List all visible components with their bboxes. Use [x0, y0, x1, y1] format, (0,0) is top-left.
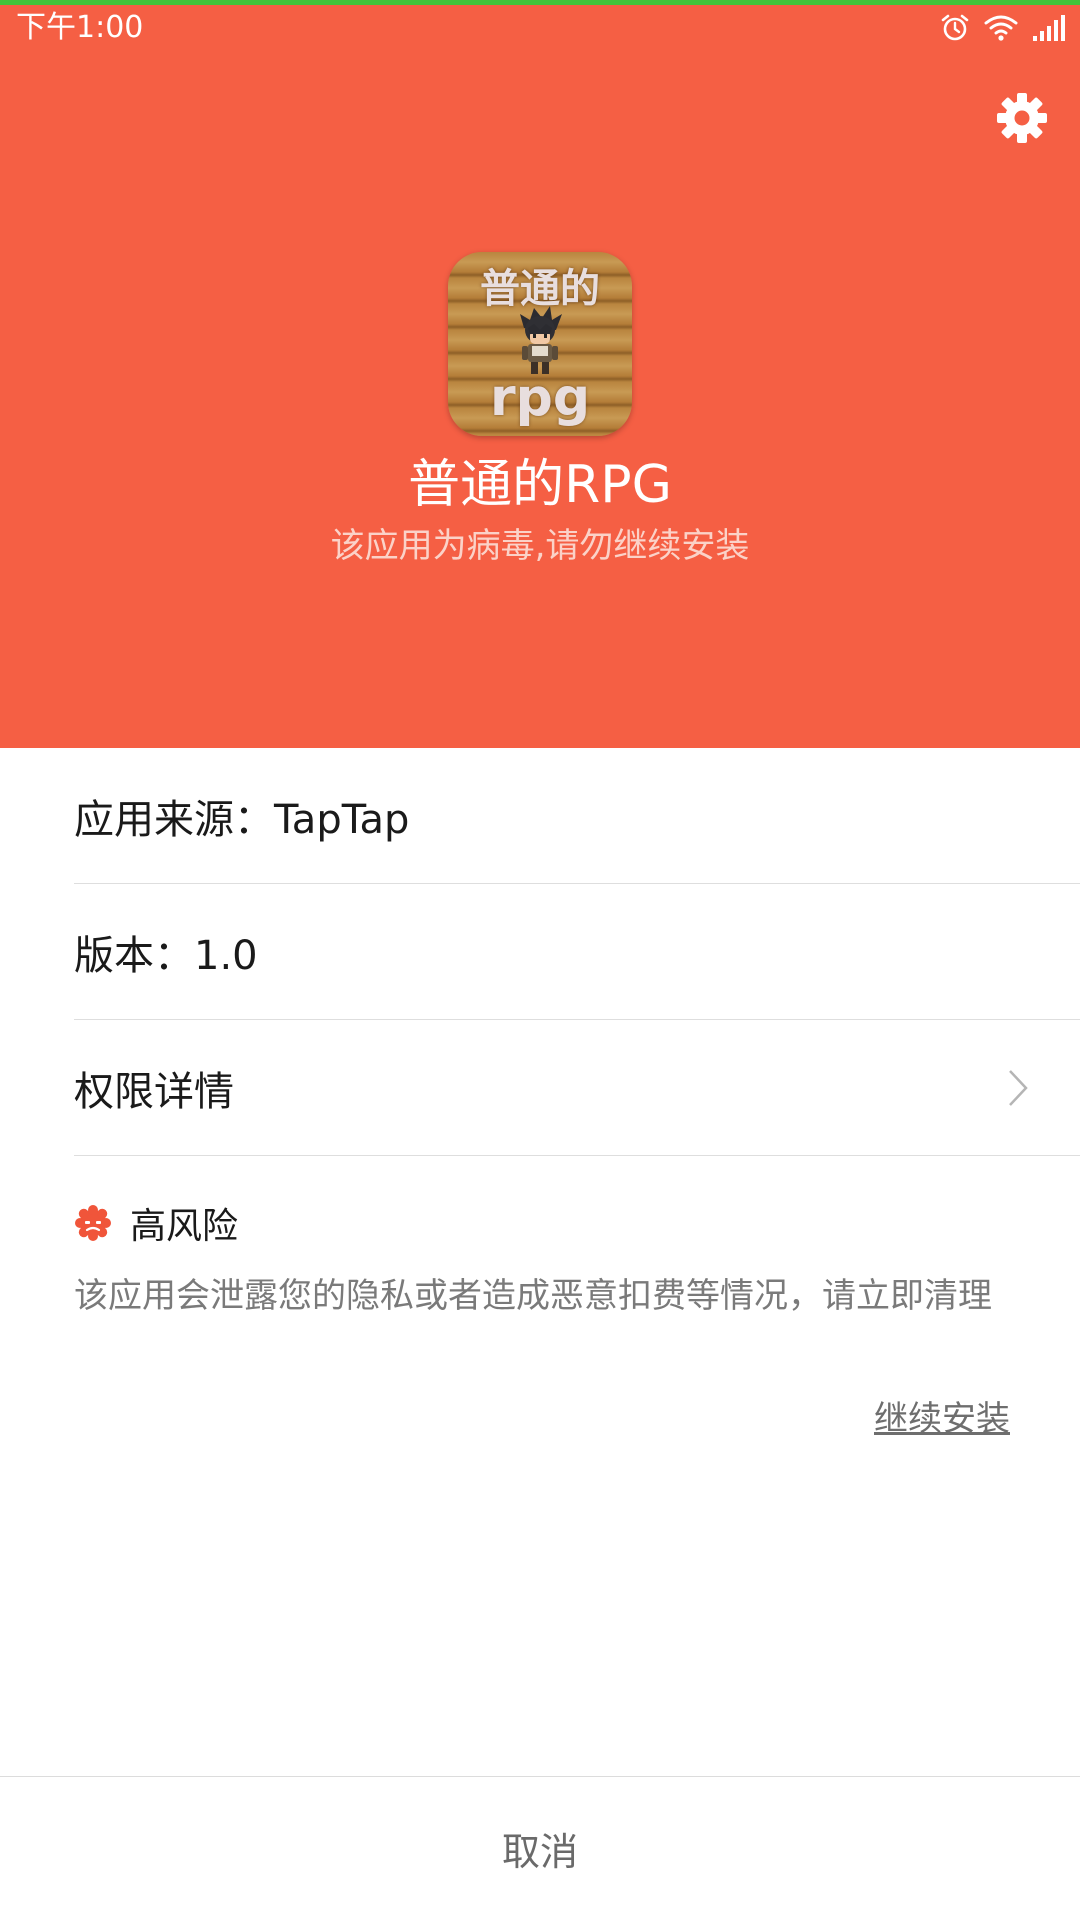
risk-badge-icon: [75, 1205, 111, 1241]
permission-details-label: 权限详情: [74, 1068, 234, 1115]
app-source-row: 应用来源：TapTap: [74, 748, 1080, 884]
top-progress-line: [0, 0, 1080, 5]
cancel-label: 取消: [501, 1830, 578, 1874]
status-icons: [940, 10, 1066, 46]
install-screen: 下午1:00 普通的 rpg 普通的RPG 该应用为病毒,请勿继续安装 应用来源…: [0, 0, 1080, 1920]
wifi-icon: [984, 15, 1018, 41]
virus-warning: 该应用为病毒,请勿继续安装: [330, 526, 750, 566]
risk-header: 高风险: [74, 1200, 239, 1247]
continue-install-link[interactable]: 继续安装: [874, 1396, 1010, 1442]
risk-level-title: 高风险: [130, 1206, 239, 1247]
settings-button[interactable]: [994, 90, 1050, 146]
status-time: 下午1:00: [16, 10, 144, 45]
risk-description: 该应用会泄露您的隐私或者造成恶意扣费等情况，请立即清理: [74, 1276, 992, 1316]
app-name: 普通的RPG: [408, 455, 672, 515]
header: 下午1:00 普通的 rpg 普通的RPG 该应用为病毒,请勿继续安装: [0, 0, 1080, 748]
chevron-right-icon: [1009, 1069, 1028, 1106]
alarm-icon: [941, 14, 969, 41]
character-sprite-icon: [520, 306, 562, 374]
signal-icon: [1033, 15, 1065, 41]
app-source-text: 应用来源：TapTap: [74, 796, 410, 843]
gear-icon: [997, 93, 1047, 143]
cancel-button[interactable]: 取消: [0, 1776, 1080, 1920]
app-icon-bottom-text: rpg: [489, 368, 591, 428]
app-icon: 普通的 rpg: [448, 252, 632, 436]
version-text: 版本：1.0: [74, 932, 258, 979]
version-row: 版本：1.0: [74, 884, 1080, 1020]
permission-details-row[interactable]: 权限详情: [74, 1020, 1080, 1156]
